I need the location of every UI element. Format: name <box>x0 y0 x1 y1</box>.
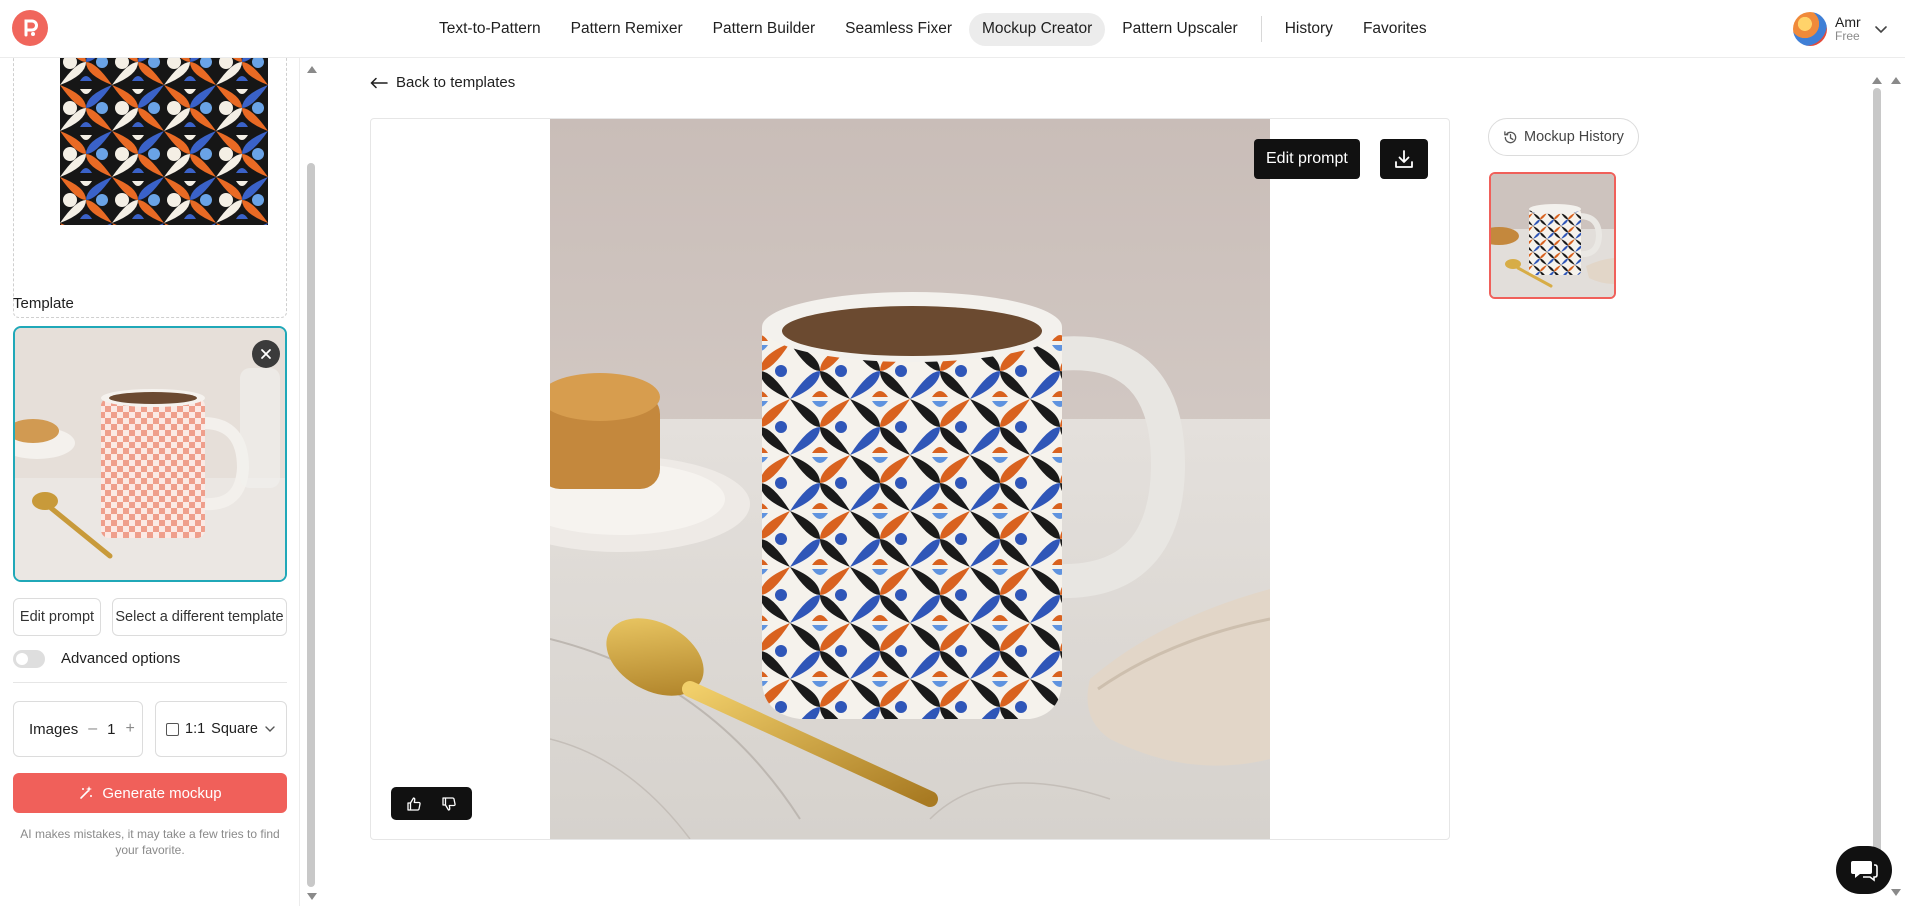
nav-pattern-builder[interactable]: Pattern Builder <box>700 13 829 46</box>
user-menu[interactable]: Amr Free <box>1793 9 1889 49</box>
nav-pattern-remixer[interactable]: Pattern Remixer <box>558 13 696 46</box>
images-label: Images <box>29 720 79 738</box>
uploaded-pattern-image <box>60 58 268 225</box>
history-label: Mockup History <box>1524 129 1624 145</box>
edit-prompt-button[interactable]: Edit prompt <box>13 598 101 636</box>
thumbs-up-icon <box>407 796 421 811</box>
left-panel: Template Edit prompt Select a different … <box>0 58 300 906</box>
back-to-templates-link[interactable]: Back to templates <box>370 74 515 91</box>
ratio-name: Square <box>211 721 258 737</box>
chevron-down-icon <box>1874 26 1887 34</box>
page-scroll-down[interactable] <box>1891 889 1901 896</box>
ai-disclaimer: AI makes mistakes, it may take a few tri… <box>20 827 280 857</box>
nav-mockup-creator[interactable]: Mockup Creator <box>968 12 1106 46</box>
template-section-title: Template <box>13 295 74 312</box>
thumbs-down-button[interactable] <box>441 796 457 812</box>
nav-pattern-upscaler[interactable]: Pattern Upscaler <box>1109 13 1250 46</box>
main-scrollbar-thumb[interactable] <box>1873 88 1881 886</box>
chat-support-button[interactable] <box>1836 846 1892 894</box>
increment-button[interactable]: + <box>125 720 134 738</box>
avatar <box>1793 12 1827 46</box>
thumbs-up-button[interactable] <box>406 796 422 812</box>
page-scroll-up[interactable] <box>1891 77 1901 84</box>
sparkle-wand-icon <box>80 786 93 799</box>
generated-mockup-image <box>550 119 1270 839</box>
generate-label: Generate mockup <box>102 784 222 802</box>
aspect-ratio-select[interactable]: 1:1 Square <box>155 701 287 757</box>
generate-mockup-button[interactable]: Generate mockup <box>13 773 287 813</box>
left-scrollbar-thumb[interactable] <box>307 163 315 887</box>
logo-icon <box>24 19 38 37</box>
chevron-down-icon <box>265 726 275 732</box>
selected-template-card[interactable] <box>13 326 287 582</box>
user-plan: Free <box>1835 29 1860 44</box>
nav-text-to-pattern[interactable]: Text-to-Pattern <box>426 13 554 46</box>
close-icon <box>261 349 271 359</box>
images-count-value: 1 <box>107 720 116 738</box>
square-ratio-icon <box>166 722 179 736</box>
app-logo[interactable] <box>12 10 48 46</box>
edit-prompt-overlay-button[interactable]: Edit prompt <box>1254 139 1360 179</box>
remove-template-button[interactable] <box>252 340 280 368</box>
history-thumbnail[interactable] <box>1489 172 1616 299</box>
nav-favorites[interactable]: Favorites <box>1350 13 1440 46</box>
main-scroll-up[interactable] <box>1872 77 1882 84</box>
top-navbar: Text-to-Pattern Pattern Remixer Pattern … <box>0 0 1905 58</box>
nav-seamless-fixer[interactable]: Seamless Fixer <box>832 13 965 46</box>
main-nav: Text-to-Pattern Pattern Remixer Pattern … <box>426 12 1440 46</box>
left-scroll-down[interactable] <box>307 893 317 900</box>
advanced-options-label: Advanced options <box>61 650 181 667</box>
back-label: Back to templates <box>396 74 516 91</box>
left-scroll-up[interactable] <box>307 66 317 73</box>
select-different-template-button[interactable]: Select a different template <box>112 598 287 636</box>
template-preview-image <box>15 328 285 580</box>
download-button[interactable] <box>1380 139 1428 179</box>
mockup-history-button[interactable]: Mockup History <box>1488 118 1639 156</box>
images-count-stepper: Images – 1 + <box>13 701 143 757</box>
ratio-value: 1:1 <box>185 721 206 737</box>
history-thumbnail-image <box>1491 174 1614 297</box>
advanced-options-toggle[interactable] <box>13 650 45 668</box>
pattern-upload-area[interactable] <box>13 58 287 318</box>
section-divider <box>13 682 287 683</box>
rating-controls <box>391 787 472 820</box>
nav-history[interactable]: History <box>1272 13 1346 46</box>
download-icon <box>1395 150 1413 168</box>
thumbs-down-icon <box>442 796 456 811</box>
chat-icon <box>1851 861 1878 882</box>
nav-divider <box>1260 16 1262 42</box>
user-name: Amr <box>1835 14 1861 31</box>
arrow-left-icon <box>370 77 388 88</box>
decrement-button[interactable]: – <box>88 720 97 738</box>
history-icon <box>1504 130 1517 143</box>
